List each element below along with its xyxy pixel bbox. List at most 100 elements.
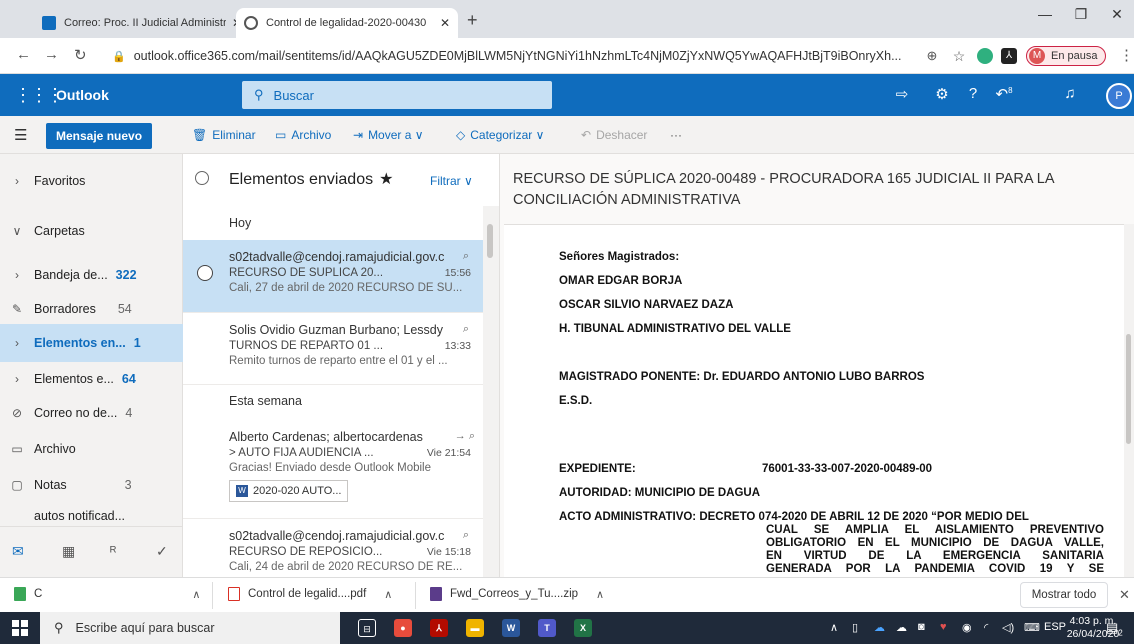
settings-gear-icon[interactable]: ⚙ bbox=[930, 85, 954, 103]
close-icon[interactable]: ✕ bbox=[1119, 587, 1130, 603]
profile-pause-button[interactable]: M En pausa bbox=[1026, 46, 1107, 66]
add-icon[interactable]: ⊕ bbox=[924, 48, 940, 64]
nav-item-label: Elementos e... bbox=[34, 372, 114, 386]
body-expediente-label: EXPEDIENTE: bbox=[559, 463, 636, 475]
reload-icon[interactable]: ↻ bbox=[74, 46, 87, 64]
scroll-thumb[interactable] bbox=[487, 224, 493, 258]
keyboard-icon[interactable]: ⌨ bbox=[1024, 621, 1040, 634]
brand-title[interactable]: Outlook bbox=[56, 87, 109, 103]
move-to-button[interactable]: ⇥ Mover a ∨ bbox=[353, 128, 424, 142]
scroll-thumb[interactable] bbox=[1126, 334, 1131, 444]
show-all-button[interactable]: Mostrar todo bbox=[1020, 582, 1108, 608]
new-tab-button[interactable]: + bbox=[467, 10, 478, 31]
list-scrollbar[interactable] bbox=[483, 206, 499, 577]
excel-icon[interactable]: X bbox=[574, 619, 592, 637]
body-tribunal: H. TIBUNAL ADMINISTRATIVO DEL VALLE bbox=[559, 323, 791, 335]
download-item-zip[interactable]: Fwd_Correos_y_Tu....zip ∧ bbox=[430, 587, 604, 601]
message-item[interactable]: s02tadvalle@cendoj.ramajudicial.gov.c ⌕ … bbox=[183, 519, 483, 577]
message-item[interactable]: s02tadvalle@cendoj.ramajudicial.gov.c ⌕ … bbox=[183, 240, 483, 312]
favorite-star-icon[interactable]: ★ bbox=[379, 171, 393, 188]
nav-folders[interactable]: ∨ Carpetas bbox=[0, 212, 183, 250]
chevron-up-icon[interactable]: ∧ bbox=[384, 588, 392, 601]
message-item[interactable]: Alberto Cardenas; albertocardenas → ⌕ > … bbox=[183, 420, 483, 516]
language-indicator[interactable]: ESP bbox=[1044, 621, 1066, 633]
hamburger-menu-icon[interactable]: ☰ bbox=[14, 126, 27, 144]
reading-scrollbar[interactable] bbox=[1124, 224, 1134, 577]
outlook-header: ⋮⋮⋮ Outlook ⚲ Buscar ⇨ ⚙ ? ↶8 ♫ P bbox=[0, 74, 1134, 116]
browser-tab-control[interactable]: Control de legalidad-2020-00430 ✕ bbox=[236, 8, 458, 38]
nav-item-drafts[interactable]: ✎ Borradores 54 bbox=[0, 290, 183, 328]
download-item-pdf[interactable]: Control de legalid....pdf ∧ bbox=[228, 587, 392, 601]
attachment-chip[interactable]: W 2020-020 AUTO... bbox=[229, 480, 349, 502]
tray-app-icon[interactable]: ◙ bbox=[918, 621, 925, 633]
tray-overflow-icon[interactable]: ∧ bbox=[830, 621, 838, 634]
nav-item-notes[interactable]: ▢ Notas 3 bbox=[0, 466, 183, 504]
app-launcher-icon[interactable]: ⋮⋮⋮ bbox=[14, 85, 64, 106]
message-from: s02tadvalle@cendoj.ramajudicial.gov.c bbox=[229, 250, 445, 264]
forward-icon[interactable]: → bbox=[44, 46, 59, 63]
calendar-icon[interactable]: ▦ bbox=[62, 543, 75, 560]
chevron-up-icon[interactable]: ∧ bbox=[596, 588, 604, 601]
tasks-icon[interactable]: ✓ bbox=[156, 543, 168, 560]
people-icon[interactable]: ᴿ bbox=[110, 543, 116, 559]
bookmark-star-icon[interactable]: ☆ bbox=[951, 48, 967, 64]
nav-item-junk[interactable]: ⊘ Correo no de... 4 bbox=[0, 394, 183, 432]
categorize-button[interactable]: ◇ Categorizar ∨ bbox=[456, 128, 544, 142]
help-icon[interactable]: ? bbox=[961, 85, 985, 102]
cloud-icon[interactable]: ☁ bbox=[896, 621, 907, 634]
nav-item-sent[interactable]: › Elementos en... 1 bbox=[0, 324, 183, 362]
tag-icon: ◇ bbox=[456, 128, 466, 142]
restore-icon[interactable]: ❐ bbox=[1066, 6, 1096, 23]
browser-menu-icon[interactable]: ⋮ bbox=[1119, 46, 1134, 64]
forward-attachment-icon: → ⌕ bbox=[454, 430, 475, 442]
select-radio[interactable] bbox=[197, 265, 213, 281]
delete-button[interactable]: 🗑 Eliminar bbox=[192, 128, 256, 142]
undo-button[interactable]: ↶ Deshacer bbox=[581, 128, 647, 142]
onedrive-icon[interactable]: ☁ bbox=[874, 621, 885, 634]
filter-button[interactable]: Filtrar ∨ bbox=[430, 174, 473, 188]
action-center-icon[interactable]: ▤2 bbox=[1106, 620, 1123, 638]
pdf-extension-icon[interactable]: ⅄ bbox=[1001, 48, 1017, 64]
teams-chat-icon[interactable]: ⇨ bbox=[890, 85, 914, 103]
nav-item-archive[interactable]: ▭ Archivo bbox=[0, 430, 183, 468]
mail-icon[interactable]: ✉ bbox=[12, 543, 24, 560]
volume-icon[interactable]: ◁) bbox=[1002, 621, 1014, 634]
message-item[interactable]: Solis Ovidio Guzman Burbano; Lessdy ⌕ TU… bbox=[183, 313, 483, 383]
task-view-icon[interactable]: ⊟ bbox=[358, 619, 376, 637]
file-icon bbox=[14, 587, 26, 601]
tray-app-icon[interactable]: ◉ bbox=[962, 621, 972, 634]
teams-icon[interactable]: T bbox=[538, 619, 556, 637]
nav-item-inbox[interactable]: › Bandeja de... 322 bbox=[0, 256, 183, 294]
bell-icon[interactable]: ♫ bbox=[1058, 85, 1082, 102]
search-input[interactable]: ⚲ Buscar bbox=[242, 81, 552, 109]
new-mail-button[interactable]: Mensaje nuevo bbox=[46, 123, 153, 149]
nav-item-label: autos notificad... bbox=[34, 509, 126, 523]
download-item-partial[interactable]: C ∧ bbox=[14, 587, 200, 601]
extension-icon[interactable] bbox=[977, 48, 993, 64]
whats-new-icon[interactable]: ↶8 bbox=[992, 85, 1016, 103]
back-icon[interactable]: ← bbox=[16, 46, 31, 63]
acrobat-icon[interactable]: ⅄ bbox=[430, 619, 448, 637]
download-name: Fwd_Correos_y_Tu....zip bbox=[450, 588, 579, 600]
select-all-checkbox[interactable] bbox=[195, 171, 209, 185]
security-icon[interactable]: ♥ bbox=[940, 621, 947, 633]
windows-start-icon[interactable] bbox=[12, 620, 28, 636]
avatar[interactable]: P bbox=[1106, 83, 1132, 109]
url-bar[interactable]: 🔒 outlook.office365.com/mail/sentitems/i… bbox=[100, 44, 920, 68]
window-close-icon[interactable]: ✕ bbox=[1102, 6, 1132, 23]
wifi-icon[interactable]: ◜ bbox=[984, 621, 988, 634]
pdf-icon bbox=[228, 587, 240, 601]
nav-item-deleted[interactable]: › Elementos e... 64 bbox=[0, 360, 183, 398]
browser-tab-correo[interactable]: Correo: Proc. II Judicial Administr ✕ bbox=[34, 8, 250, 38]
taskbar-search-input[interactable]: ⚲ Escribe aquí para buscar bbox=[40, 612, 340, 644]
close-icon[interactable]: ✕ bbox=[440, 16, 450, 30]
word-icon[interactable]: W bbox=[502, 619, 520, 637]
chrome-icon[interactable]: ● bbox=[394, 619, 412, 637]
tray-app-icon[interactable]: ▯ bbox=[852, 621, 858, 634]
more-actions-button[interactable]: ··· bbox=[670, 128, 682, 142]
chevron-up-icon[interactable]: ∧ bbox=[192, 588, 200, 601]
file-explorer-icon[interactable]: ▬ bbox=[466, 619, 484, 637]
nav-favorites[interactable]: › Favoritos bbox=[0, 162, 183, 200]
archive-button[interactable]: ▭ Archivo bbox=[275, 128, 331, 142]
minimize-icon[interactable]: — bbox=[1030, 6, 1060, 22]
